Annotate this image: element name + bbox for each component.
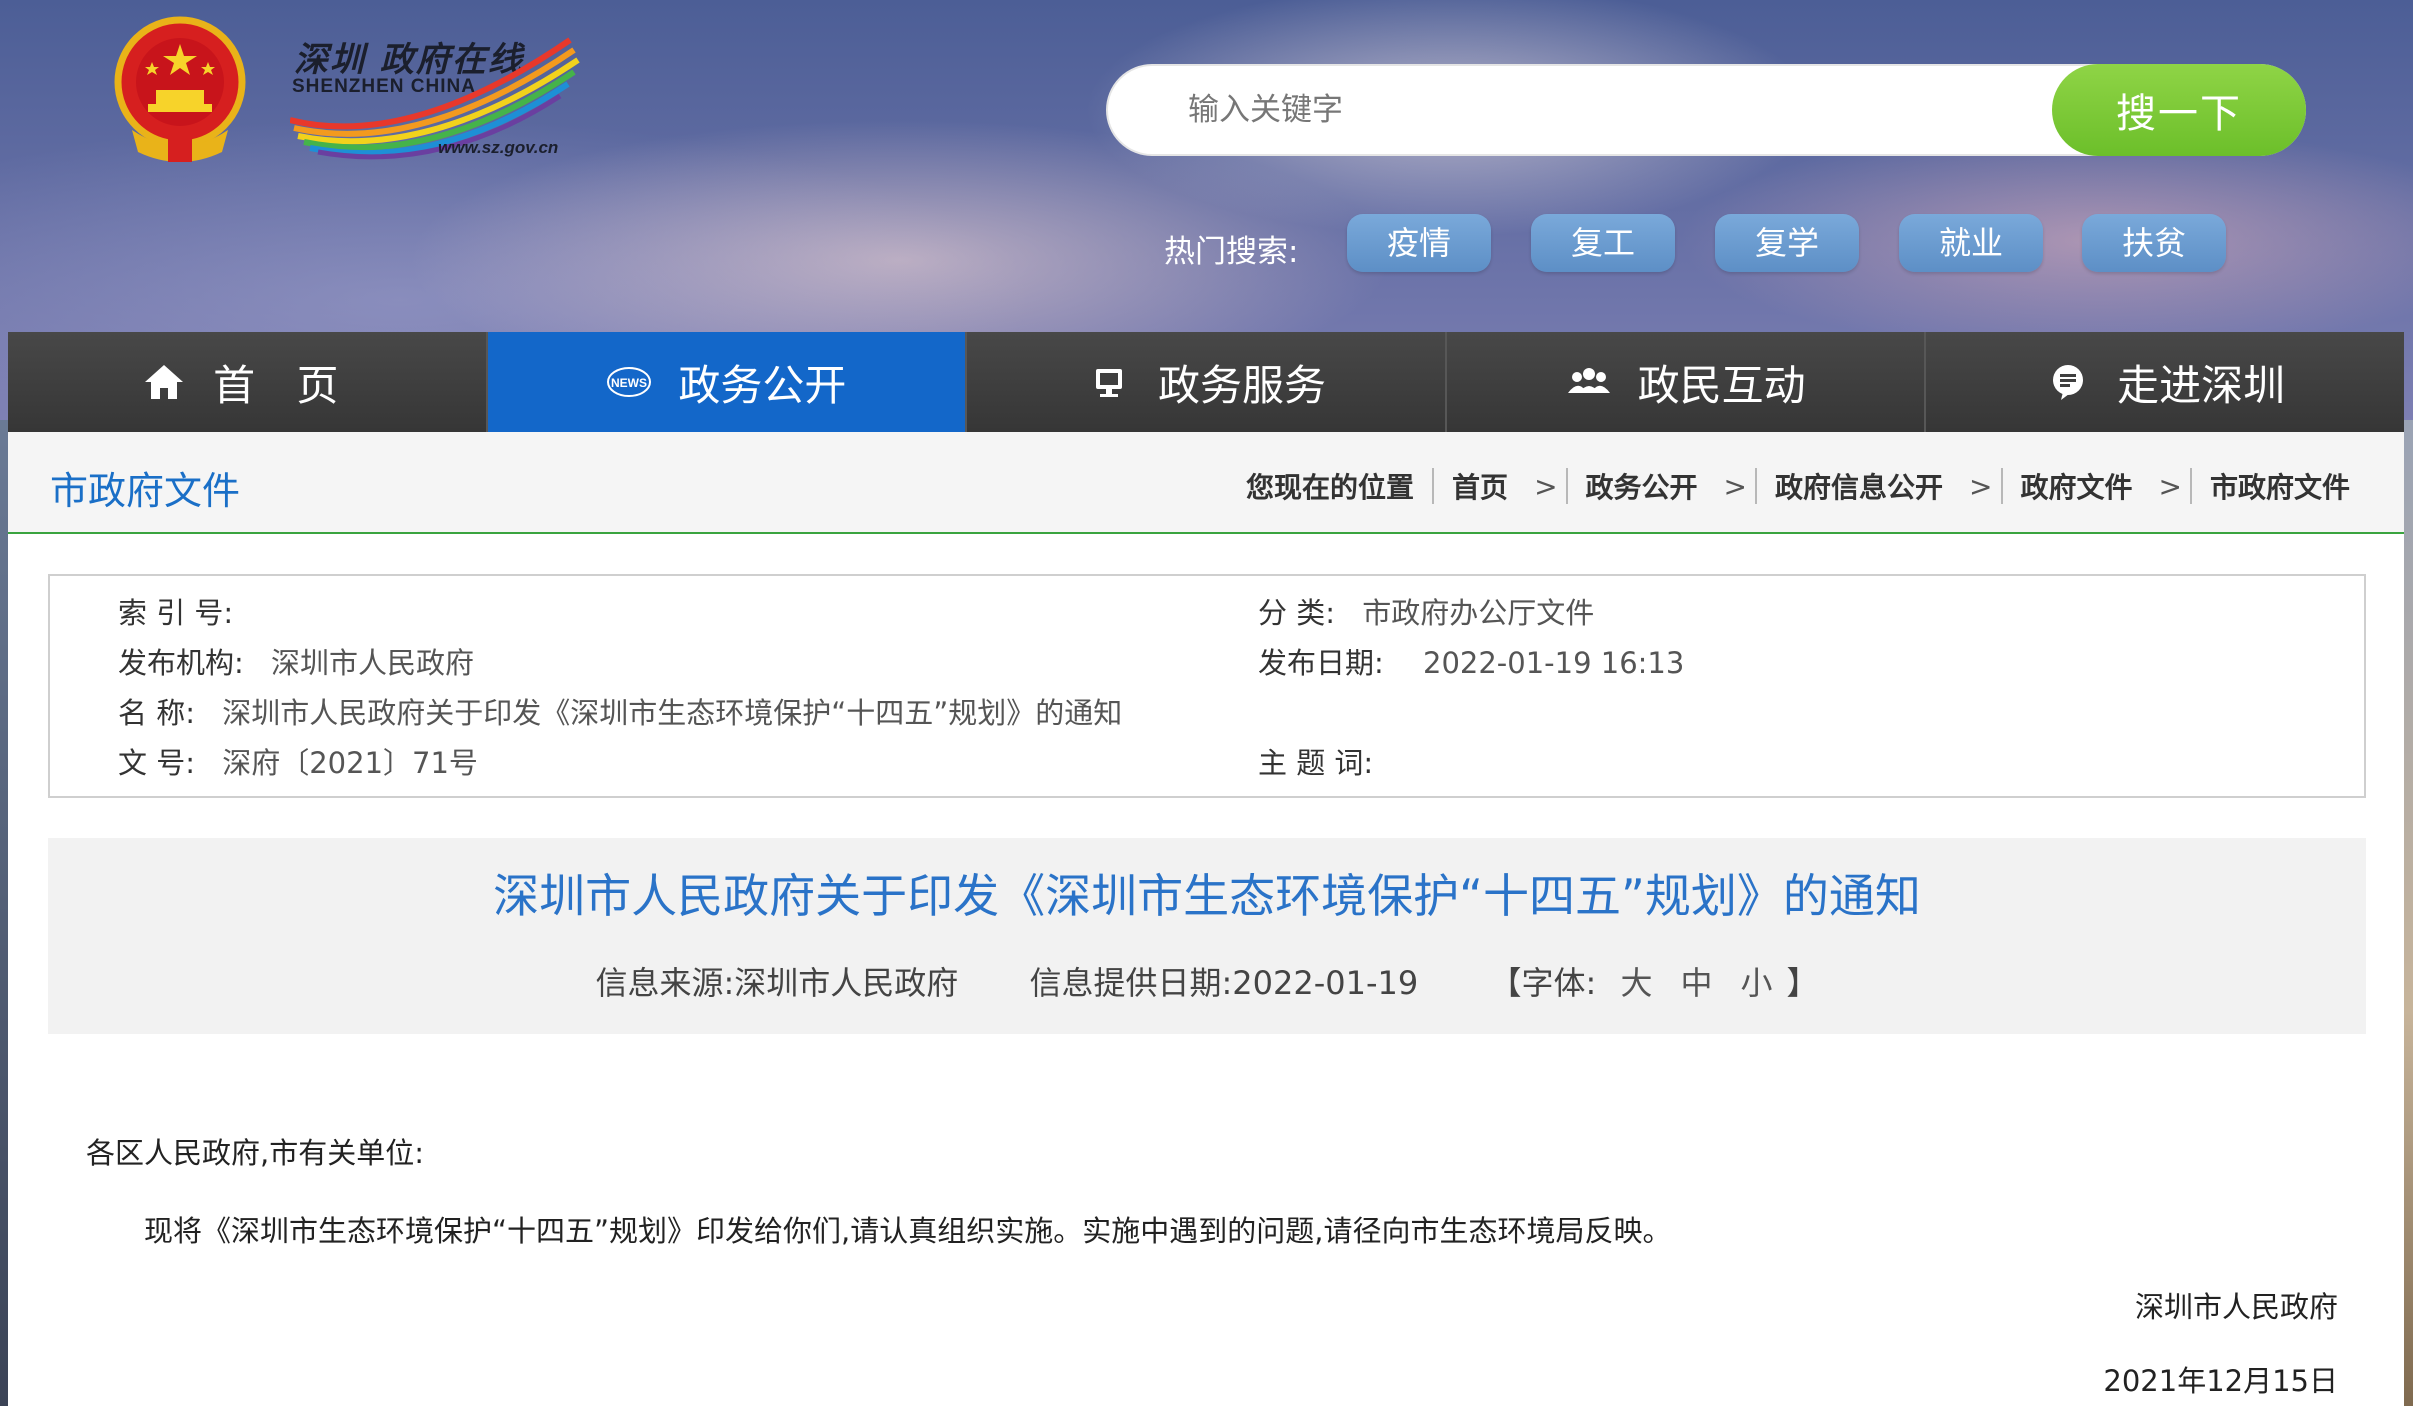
font-size-label: 【字体: (1489, 964, 1597, 1002)
left-edge-background (0, 420, 8, 1406)
hot-tag-resume-work[interactable]: 复工 (1531, 214, 1675, 272)
breadcrumb-divider (2189, 468, 2192, 504)
breadcrumb-divider (1432, 468, 1435, 504)
nav-item-about-shenzhen[interactable]: 走进深圳 (1926, 332, 2404, 432)
article-provide-date: 信息提供日期:2022-01-19 (1029, 964, 1419, 1002)
meta-doc-number-row: 文 号: 深府〔2021〕71号 (118, 740, 478, 782)
nav-item-gov-affairs-open[interactable]: NEWS 政务公开 (487, 332, 968, 432)
breadcrumb-item-gov-documents[interactable]: 政府文件 (2021, 466, 2133, 506)
meta-date-label: 发布日期: (1258, 646, 1384, 680)
font-size-bracket-close: 】 (1786, 964, 1819, 1002)
nav-label-public-interaction: 政民互动 (1637, 360, 1806, 410)
site-url-text: www.sz.gov.cn (438, 138, 559, 157)
meta-date-row: 发布日期: 2022-01-19 16:13 (1258, 640, 1684, 682)
meta-name-row: 名 称: 深圳市人民政府关于印发《深圳市生态环境保护“十四五”规划》的通知 (118, 690, 1122, 732)
nav-label-gov-affairs-open: 政务公开 (678, 360, 847, 410)
meta-keywords-label: 主 题 词: (1258, 746, 1374, 780)
content-panel: 索 引 号: 分 类: 市政府办公厅文件 发布机构: 深圳市人民政府 发布日期:… (8, 534, 2404, 1406)
meta-name-label: 名 称: (118, 696, 195, 730)
article-info-line: 信息来源:深圳市人民政府 信息提供日期:2022-01-19 【字体: 大中小】 (48, 958, 2366, 1004)
breadcrumb-arrow-icon: > (1723, 469, 1748, 503)
nav-item-public-interaction[interactable]: 政民互动 (1446, 332, 1927, 432)
meta-category-value: 市政府办公厅文件 (1362, 596, 1595, 630)
meta-index-row: 索 引 号: (118, 590, 233, 632)
article-salutation: 各区人民政府,市有关单位: (86, 1136, 424, 1170)
breadcrumb-divider (1755, 468, 1758, 504)
news-icon: NEWS (607, 367, 652, 397)
meta-publisher-label: 发布机构: (118, 646, 244, 680)
article-signature: 深圳市人民政府 (2134, 1290, 2338, 1324)
breadcrumb-arrow-icon: > (1969, 469, 1993, 503)
meta-doc-number-value: 深府〔2021〕71号 (222, 746, 478, 780)
nav-label-home: 首 页 (213, 360, 353, 410)
right-edge-background (2404, 420, 2413, 1406)
national-emblem-icon (114, 16, 246, 162)
hot-tag-poverty-relief[interactable]: 扶贫 (2082, 214, 2226, 272)
people-icon (1567, 368, 1610, 393)
search-input[interactable] (1188, 80, 1988, 140)
font-size-large-button[interactable]: 大 (1620, 964, 1652, 1002)
article-paragraph: 现将《深圳市生态环境保护“十四五”规划》印发给你们,请认真组织实施。实施中遇到的… (144, 1214, 1672, 1248)
meta-publisher-row: 发布机构: 深圳市人民政府 (118, 640, 474, 682)
document-metadata-box: 索 引 号: 分 类: 市政府办公厅文件 发布机构: 深圳市人民政府 发布日期:… (48, 574, 2366, 798)
meta-doc-number-label: 文 号: (118, 746, 195, 780)
article-title: 深圳市人民政府关于印发《深圳市生态环境保护“十四五”规划》的通知 (493, 869, 1921, 923)
info-icon (2053, 365, 2084, 400)
breadcrumb-bar: 市政府文件 您现在的位置 首页 > 政务公开 > 政府信息公开 > 政府文件 >… (8, 432, 2404, 534)
breadcrumb-item-home[interactable]: 首页 (1452, 466, 1508, 506)
article-title-box: 深圳市人民政府关于印发《深圳市生态环境保护“十四五”规划》的通知 信息来源:深圳… (48, 838, 2366, 1034)
main-nav: 首 页 NEWS 政务公开 政务服务 政民互动 走进深圳 (8, 332, 2404, 432)
hot-tag-resume-school[interactable]: 复学 (1715, 214, 1859, 272)
font-size-small-button[interactable]: 小 (1740, 964, 1772, 1002)
hot-search-label: 热门搜索: (1164, 234, 1299, 270)
nav-label-gov-services: 政务服务 (1157, 360, 1326, 410)
nav-label-about-shenzhen: 走进深圳 (2117, 360, 2286, 410)
meta-keywords-row: 主 题 词: (1258, 740, 1373, 782)
breadcrumb-item-gov-info-open[interactable]: 政府信息公开 (1775, 466, 1943, 506)
meta-publisher-value: 深圳市人民政府 (271, 646, 475, 680)
breadcrumb-divider (2000, 468, 2003, 504)
breadcrumb-divider (1565, 468, 1568, 504)
article-source: 信息来源:深圳市人民政府 (595, 964, 959, 1002)
meta-category-label: 分 类: (1258, 596, 1335, 630)
monitor-icon (1095, 369, 1122, 397)
home-icon (145, 365, 184, 399)
breadcrumb-arrow-icon: > (1534, 469, 1558, 503)
article-sign-date: 2021年12月15日 (2103, 1364, 2338, 1398)
meta-index-label: 索 引 号: (118, 596, 234, 630)
breadcrumb-item-city-gov-documents[interactable]: 市政府文件 (2210, 466, 2350, 506)
meta-name-value: 深圳市人民政府关于印发《深圳市生态环境保护“十四五”规划》的通知 (222, 696, 1123, 730)
breadcrumb-location-label: 您现在的位置 (1246, 471, 1415, 504)
meta-category-row: 分 类: 市政府办公厅文件 (1258, 590, 1594, 632)
search-button[interactable]: 搜一下 (2052, 64, 2306, 156)
breadcrumb-item-gov-affairs-open[interactable]: 政务公开 (1586, 466, 1698, 506)
nav-item-gov-services[interactable]: 政务服务 (967, 332, 1447, 432)
breadcrumb-arrow-icon: > (2158, 469, 2182, 503)
hot-tag-epidemic[interactable]: 疫情 (1347, 214, 1491, 272)
svg-text:NEWS: NEWS (611, 376, 647, 390)
section-title: 市政府文件 (50, 469, 241, 513)
font-size-medium-button[interactable]: 中 (1680, 964, 1712, 1002)
breadcrumb: 您现在的位置 首页 > 政务公开 > 政府信息公开 > 政府文件 > 市政府文件 (1246, 466, 2350, 506)
hot-tag-employment[interactable]: 就业 (1899, 214, 2043, 272)
meta-date-value: 2022-01-19 16:13 (1423, 646, 1685, 680)
nav-item-home[interactable]: 首 页 (8, 332, 488, 432)
